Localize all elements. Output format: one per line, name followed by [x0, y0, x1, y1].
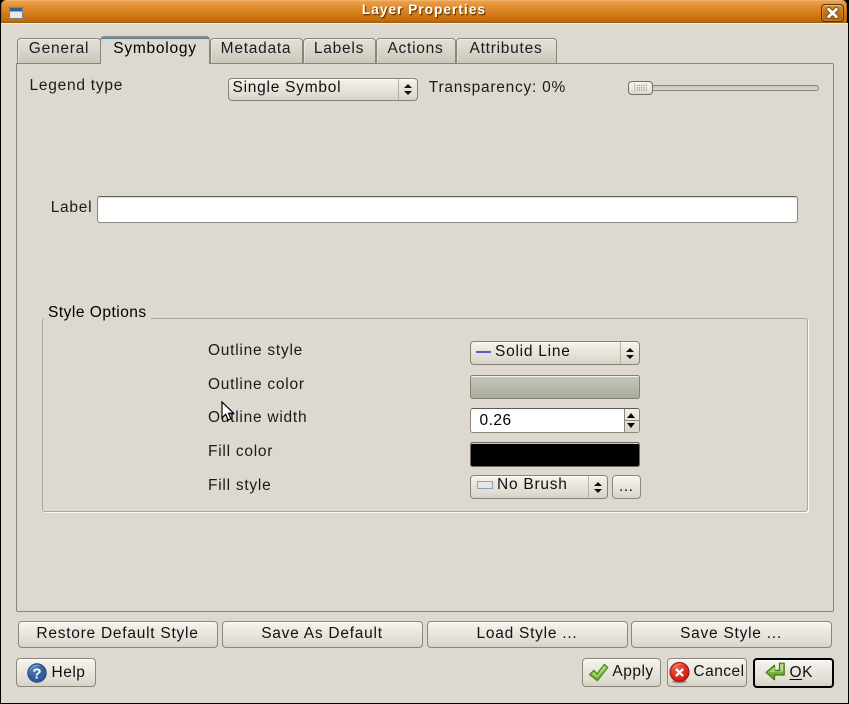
svg-text:?: ?	[32, 665, 42, 682]
